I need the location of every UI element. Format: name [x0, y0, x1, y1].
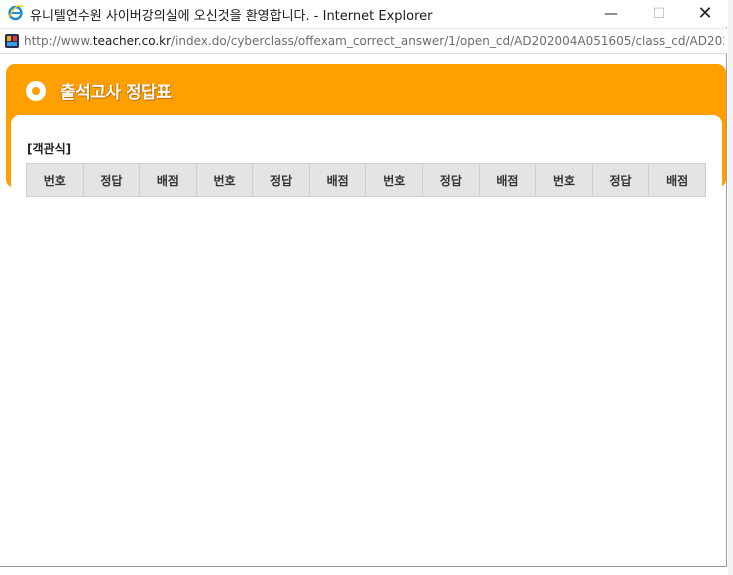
close-button[interactable]: ✕	[682, 0, 728, 27]
url-prefix: http://www.	[24, 34, 93, 48]
column-header-points: 배점	[139, 163, 197, 197]
browser-window: 유니텔연수원 사이버강의실에 오신것을 환영합니다. - Internet Ex…	[0, 0, 727, 567]
column-header-number: 번호	[365, 163, 424, 197]
column-header-answer: 정답	[591, 163, 650, 197]
maximize-button[interactable]: ☐	[636, 0, 682, 27]
background-window-edge	[728, 0, 733, 575]
column-header-number: 번호	[195, 163, 254, 197]
url-host: teacher.co.kr	[92, 34, 172, 48]
column-header-points: 배점	[478, 163, 537, 197]
internet-explorer-icon	[8, 5, 24, 21]
close-icon: ✕	[697, 3, 713, 24]
address-bar[interactable]: http://www.teacher.co.kr/index.do/cyberc…	[0, 28, 727, 54]
column-header-number: 번호	[26, 163, 84, 197]
page-title: 출석고사 정답표	[60, 83, 172, 103]
column-header-answer: 정답	[422, 163, 480, 197]
site-favicon	[5, 34, 19, 48]
page-content: 출석고사 정답표 [객관식] 번호 정답 배점 번호 정답 배점 번호 정답 배…	[1, 55, 726, 566]
table-header-row: 번호 정답 배점 번호 정답 배점 번호 정답 배점 번호 정답 배점	[26, 163, 706, 197]
answer-table: 번호 정답 배점 번호 정답 배점 번호 정답 배점 번호 정답 배점	[26, 163, 706, 197]
column-header-answer: 정답	[82, 163, 141, 197]
column-header-points: 배점	[308, 163, 367, 197]
section-label: [객관식]	[27, 142, 72, 156]
window-title: 유니텔연수원 사이버강의실에 오신것을 환영합니다. - Internet Ex…	[30, 9, 433, 24]
maximize-icon: ☐	[652, 5, 666, 22]
url-path: /index.do/cyberclass/offexam_correct_ans…	[171, 34, 724, 48]
column-header-number: 번호	[535, 163, 593, 197]
column-header-points: 배점	[648, 163, 706, 197]
column-header-answer: 정답	[252, 163, 310, 197]
minimize-icon: —	[604, 5, 618, 22]
url-text[interactable]: http://www.teacher.co.kr/index.do/cyberc…	[24, 34, 724, 48]
title-bar[interactable]: 유니텔연수원 사이버강의실에 오신것을 환영합니다. - Internet Ex…	[0, 0, 727, 27]
minimize-button[interactable]: —	[588, 0, 634, 27]
bullet-circle-icon	[26, 81, 46, 101]
